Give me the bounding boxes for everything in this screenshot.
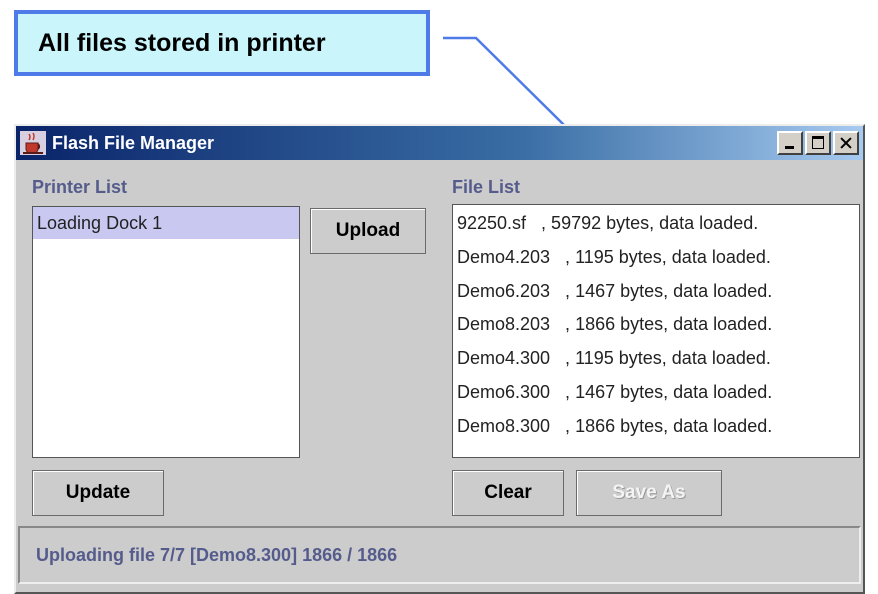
file-list-item[interactable]: Demo6.300 , 1467 bytes, data loaded. — [453, 376, 859, 410]
window-controls — [777, 131, 859, 155]
title-bar[interactable]: Flash File Manager — [16, 126, 863, 160]
minimize-icon[interactable] — [777, 131, 803, 155]
file-list-item[interactable]: Demo4.203 , 1195 bytes, data loaded. — [453, 241, 859, 275]
update-button[interactable]: Update — [32, 470, 164, 516]
file-list[interactable]: 92250.sf , 59792 bytes, data loaded. Dem… — [452, 204, 860, 458]
close-icon[interactable] — [833, 131, 859, 155]
maximize-icon[interactable] — [805, 131, 831, 155]
printer-list-item[interactable]: Loading Dock 1 — [33, 207, 299, 239]
status-text: Uploading file 7/7 [Demo8.300] 1866 / 18… — [36, 544, 398, 565]
clear-button[interactable]: Clear — [452, 470, 564, 516]
printer-list-label: Printer List — [32, 177, 128, 197]
upload-button[interactable]: Upload — [310, 208, 426, 254]
file-list-item[interactable]: Demo6.203 , 1467 bytes, data loaded. — [453, 275, 859, 309]
status-bar: Uploading file 7/7 [Demo8.300] 1866 / 18… — [18, 526, 861, 584]
callout-text: All files stored in printer — [38, 28, 326, 57]
printer-list[interactable]: Loading Dock 1 — [32, 206, 300, 458]
window-title: Flash File Manager — [52, 132, 215, 153]
file-list-item[interactable]: Demo8.203 , 1866 bytes, data loaded. — [453, 308, 859, 342]
annotation-callout: All files stored in printer — [14, 10, 430, 76]
java-cup-icon — [20, 131, 46, 155]
flash-file-manager-window: Flash File Manager Printer List Loading … — [14, 124, 865, 594]
file-list-item[interactable]: Demo4.300 , 1195 bytes, data loaded. — [453, 342, 859, 376]
file-list-item[interactable]: Demo8.300 , 1866 bytes, data loaded. — [453, 410, 859, 444]
save-as-button[interactable]: Save As — [576, 470, 722, 516]
file-list-label: File List — [452, 177, 521, 197]
file-list-item[interactable]: 92250.sf , 59792 bytes, data loaded. — [453, 207, 859, 241]
